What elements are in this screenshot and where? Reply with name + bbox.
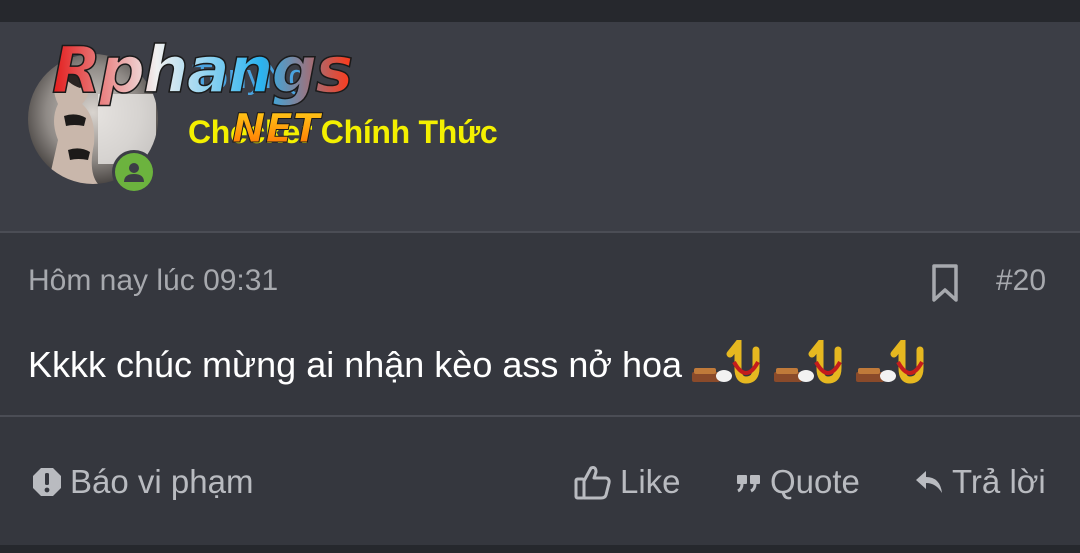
bottom-strip bbox=[0, 545, 1080, 553]
smilie-icon bbox=[856, 340, 924, 384]
report-button[interactable]: Báo vi phạm bbox=[32, 462, 253, 502]
message-text: Kkkk chúc mừng ai nhận kèo ass nở hoa bbox=[28, 344, 683, 385]
warning-icon bbox=[33, 468, 61, 496]
quote-button[interactable]: Quote bbox=[736, 462, 860, 502]
post-user-header: TonyNg Checker Chính Thức Rphangs NET bbox=[0, 22, 1080, 233]
quote-icon bbox=[737, 475, 760, 493]
quote-label: Quote bbox=[770, 463, 860, 500]
top-bar bbox=[0, 0, 1080, 22]
forum-post: TonyNg Checker Chính Thức Rphangs NET Hô… bbox=[0, 22, 1080, 545]
post-number[interactable]: #20 bbox=[996, 264, 1046, 298]
report-label: Báo vi phạm bbox=[70, 463, 254, 500]
smilie-icon bbox=[774, 340, 842, 384]
bookmark-icon[interactable] bbox=[928, 262, 962, 304]
smilie-icon bbox=[692, 340, 760, 384]
message-body: Kkkk chúc mừng ai nhận kèo ass nở hoa bbox=[28, 340, 930, 390]
reply-icon bbox=[916, 471, 942, 493]
post-footer-divider bbox=[0, 415, 1080, 417]
svg-text:NET: NET bbox=[232, 106, 323, 152]
reply-label: Trả lời bbox=[952, 463, 1046, 500]
online-status-badge bbox=[112, 150, 156, 194]
user-online-icon bbox=[124, 163, 144, 182]
site-watermark-logo: Rphangs NET bbox=[51, 33, 354, 152]
svg-text:Rphangs: Rphangs bbox=[52, 34, 351, 108]
smilie-group bbox=[690, 340, 930, 390]
like-label: Like bbox=[620, 463, 681, 500]
post-timestamp[interactable]: Hôm nay lúc 09:31 bbox=[28, 264, 278, 298]
thumbs-up-icon bbox=[574, 466, 611, 500]
reply-button[interactable]: Trả lời bbox=[914, 462, 1046, 502]
like-button[interactable]: Like bbox=[574, 462, 681, 502]
